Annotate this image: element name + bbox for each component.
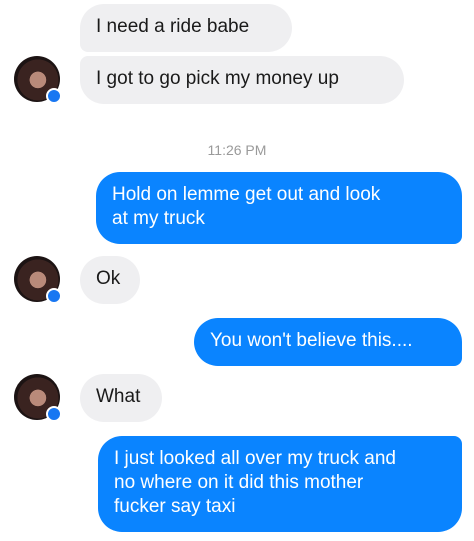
chat-thread: I need a ride babe I got to go pick my m… <box>0 0 474 541</box>
messenger-badge-icon <box>46 288 62 304</box>
incoming-message[interactable]: I got to go pick my money up <box>80 56 404 104</box>
message-text: I need a ride babe <box>96 16 250 37</box>
message-text-line: no where on it did this mother <box>114 472 364 493</box>
outgoing-message[interactable]: Hold on lemme get out and look at my tru… <box>96 172 462 244</box>
outgoing-message[interactable]: You won't believe this.... <box>194 318 462 366</box>
message-text-line: I just looked all over my truck and <box>114 448 396 469</box>
messenger-badge-icon <box>46 406 62 422</box>
contact-avatar[interactable] <box>14 374 62 422</box>
contact-avatar[interactable] <box>14 256 62 304</box>
message-text-line: fucker say taxi <box>114 496 236 517</box>
message-text-line: at my truck <box>112 208 205 229</box>
outgoing-message[interactable]: I just looked all over my truck and no w… <box>98 436 462 532</box>
message-text: Ok <box>96 268 121 289</box>
message-text: What <box>96 386 141 407</box>
message-timestamp: 11:26 PM <box>207 142 267 158</box>
message-text: You won't believe this.... <box>210 330 413 351</box>
message-text: I got to go pick my money up <box>96 68 339 89</box>
incoming-message[interactable]: I need a ride babe <box>80 4 292 52</box>
incoming-message[interactable]: What <box>80 374 162 422</box>
messenger-badge-icon <box>46 88 62 104</box>
message-text-line: Hold on lemme get out and look <box>112 184 381 205</box>
contact-avatar[interactable] <box>14 56 62 104</box>
incoming-message[interactable]: Ok <box>80 256 140 304</box>
